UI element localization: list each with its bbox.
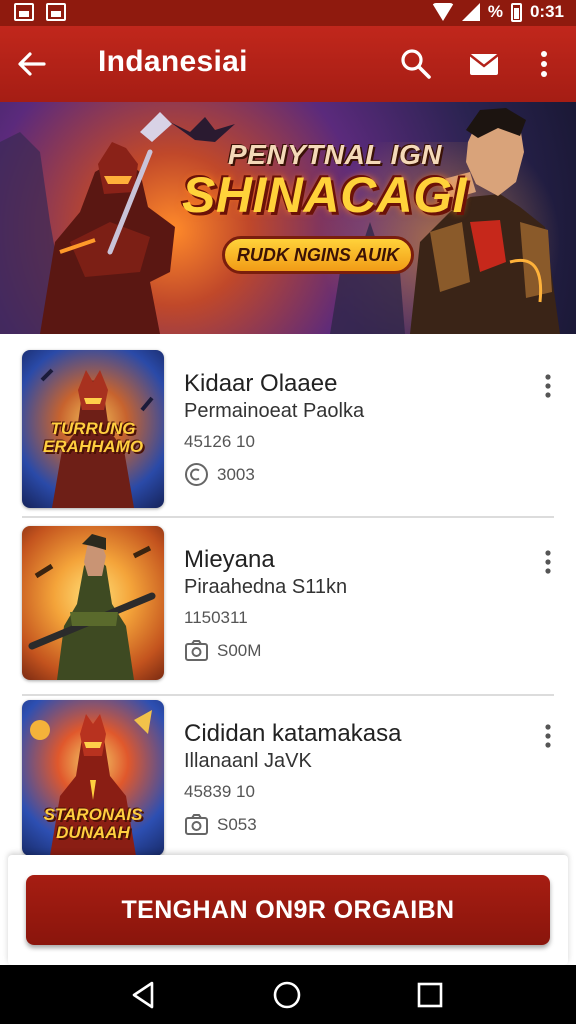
thumbnail-label: STARONAIS DUNAAH: [43, 805, 143, 842]
notification-icon: [14, 3, 34, 21]
item-subtitle: Illanaanl JaVK: [184, 750, 312, 772]
item-title: Mieyana: [184, 546, 275, 573]
game-list: TURRUNG ERAHHAMO Kidaar Olaaee Permainoe…: [0, 334, 576, 856]
list-item[interactable]: TURRUNG ERAHHAMO Kidaar Olaaee Permainoe…: [0, 334, 576, 518]
list-item[interactable]: Mieyana Piraahedna S11kn 1150311 S00M: [0, 510, 576, 696]
item-meta: 45126 10: [184, 432, 255, 451]
item-stat: S053: [217, 814, 257, 834]
item-title: Kidaar Olaaee: [184, 370, 338, 397]
nav-recents-icon[interactable]: [414, 979, 446, 1011]
promo-banner[interactable]: PENYTNAL IGN SHINACAGI RUDK NGINS AUIK: [0, 102, 576, 334]
status-time: 0:31: [529, 2, 564, 21]
thumbnail-art: [28, 534, 156, 680]
status-bar: % 0:31: [0, 0, 576, 26]
app-bar: Indanesiai: [0, 26, 576, 102]
banner-title: SHINACAGI: [182, 167, 468, 223]
banner-cta-pill[interactable]: RUDK NGINS AUIK: [222, 236, 414, 274]
item-stat: 3003: [217, 464, 255, 484]
wifi-icon: [431, 3, 454, 21]
back-arrow-icon[interactable]: [14, 46, 50, 82]
battery-percent: %: [487, 2, 503, 21]
item-stat-row: 3003: [184, 462, 255, 487]
item-meta: 1150311: [184, 608, 248, 627]
item-stat-row: S00M: [184, 638, 261, 663]
primary-action-button[interactable]: TENGHAN ON9R ORGAIBN: [26, 875, 550, 945]
camera-icon: [185, 814, 208, 835]
mail-icon[interactable]: [466, 46, 502, 82]
item-stat: S00M: [217, 640, 262, 660]
nav-home-icon[interactable]: [271, 979, 303, 1011]
more-vert-icon[interactable]: [540, 722, 556, 750]
game-thumbnail: STARONAIS DUNAAH: [22, 700, 164, 856]
item-subtitle: Permainoeat Paolka: [184, 400, 365, 422]
list-item[interactable]: STARONAIS DUNAAH Cididan katamakasa Illa…: [0, 684, 576, 856]
thumbnail-label: TURRUNG ERAHHAMO: [42, 419, 144, 456]
clock-icon: [185, 463, 208, 486]
battery-icon: [510, 2, 522, 22]
nav-back-icon[interactable]: [128, 979, 160, 1011]
page-title: Indanesiai: [98, 45, 248, 78]
bottom-action-panel: TENGHAN ON9R ORGAIBN: [8, 855, 568, 965]
more-vert-icon[interactable]: [540, 372, 556, 400]
search-icon[interactable]: [398, 46, 434, 82]
system-nav-bar: [0, 965, 576, 1024]
image-notification-icon: [46, 3, 66, 21]
item-meta: 45839 10: [184, 782, 255, 801]
signal-icon: [461, 3, 480, 21]
more-vert-icon[interactable]: [540, 548, 556, 576]
game-thumbnail: TURRUNG ERAHHAMO: [22, 350, 164, 508]
camera-icon: [185, 640, 208, 661]
game-thumbnail: [22, 526, 164, 680]
item-stat-row: S053: [184, 812, 257, 837]
item-subtitle: Piraahedna S11kn: [184, 576, 348, 598]
more-vert-icon[interactable]: [526, 46, 562, 82]
item-title: Cididan katamakasa: [184, 720, 402, 747]
